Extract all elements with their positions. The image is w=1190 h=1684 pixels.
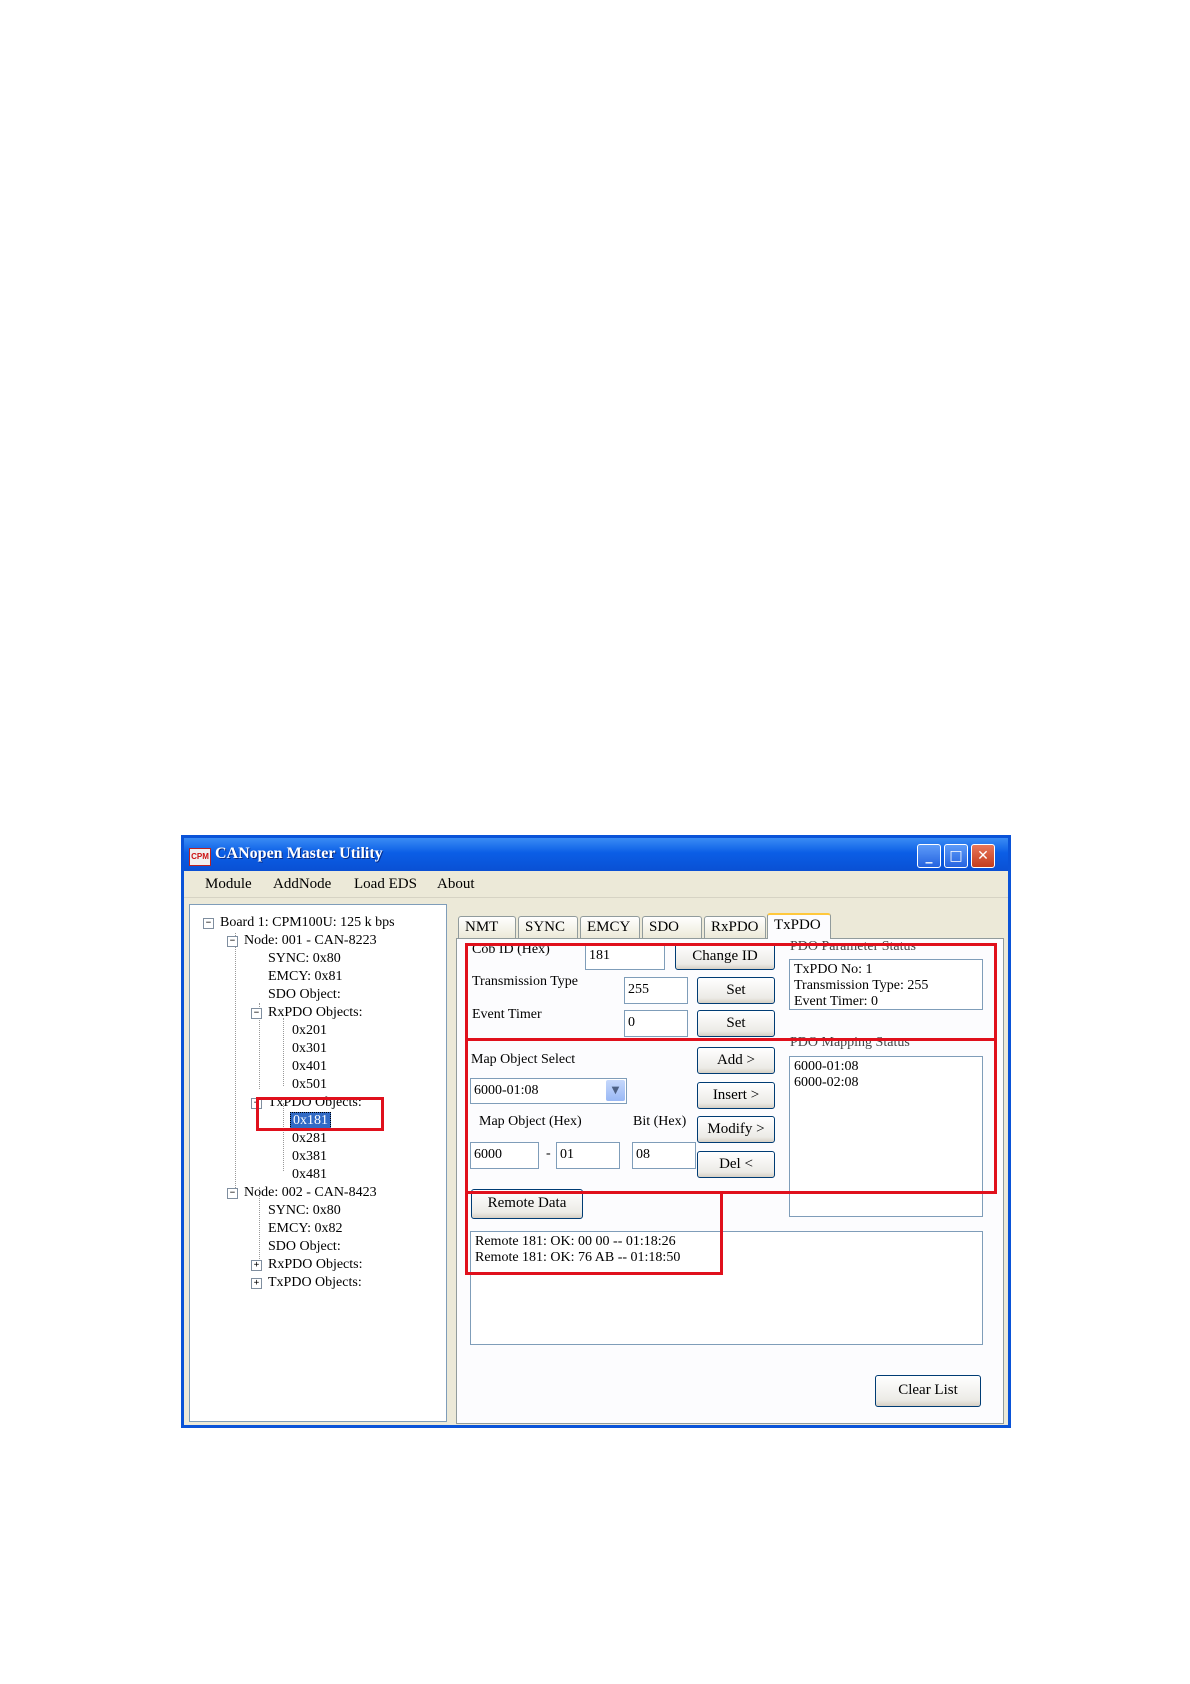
maximize-icon[interactable]: □ xyxy=(944,844,968,868)
insert-button[interactable]: Insert > xyxy=(697,1082,775,1109)
app-logo-icon: CPM xyxy=(189,848,211,866)
minimize-icon[interactable]: _ xyxy=(917,844,941,868)
map-subindex-input[interactable]: 01 xyxy=(556,1142,620,1169)
param-status-line: Transmission Type: 255 xyxy=(794,978,929,993)
map-object-hex-label: Map Object (Hex) xyxy=(479,1114,582,1129)
set-transmission-button[interactable]: Set xyxy=(697,977,775,1004)
event-timer-input[interactable]: 0 xyxy=(624,1010,688,1037)
tree-node-002[interactable]: Node: 002 - CAN-8423 xyxy=(244,1184,377,1201)
tree-node2-rxpdo[interactable]: RxPDO Objects: xyxy=(268,1256,363,1273)
tree-node1-rxpdo[interactable]: RxPDO Objects: xyxy=(268,1004,363,1021)
pdo-mapping-status-label: PDO Mapping Status xyxy=(790,1035,910,1050)
chevron-down-icon[interactable]: ▼ xyxy=(606,1080,625,1101)
bit-hex-label: Bit (Hex) xyxy=(633,1114,687,1129)
collapse-icon[interactable]: − xyxy=(227,1188,238,1199)
change-id-button[interactable]: Change ID xyxy=(675,943,775,970)
add-button[interactable]: Add > xyxy=(697,1047,775,1074)
tree-node1-sdo[interactable]: SDO Object: xyxy=(268,986,341,1003)
mapping-entry[interactable]: 6000-02:08 xyxy=(794,1075,978,1091)
tree-txpdo-item[interactable]: 0x381 xyxy=(292,1148,327,1165)
menu-bar: Module AddNode Load EDS About xyxy=(184,871,1008,898)
collapse-icon[interactable]: − xyxy=(227,936,238,947)
menu-module[interactable]: Module xyxy=(205,876,252,893)
tree-node1-txpdo[interactable]: TxPDO Objects: xyxy=(268,1094,362,1111)
pdo-parameter-status-label: PDO Parameter Status xyxy=(790,939,916,954)
tree-node-001[interactable]: Node: 001 - CAN-8223 xyxy=(244,932,377,949)
pdo-parameter-status-box: TxPDO No: 1 Transmission Type: 255 Event… xyxy=(789,959,983,1010)
tab-emcy[interactable]: EMCY xyxy=(580,916,640,938)
tab-sync[interactable]: SYNC xyxy=(518,916,578,938)
map-object-select-label: Map Object Select xyxy=(471,1052,576,1067)
tree-rxpdo-item[interactable]: 0x501 xyxy=(292,1076,327,1093)
txpdo-panel: Cob ID (Hex) 181 Change ID Transmission … xyxy=(456,938,1004,1424)
menu-load-eds[interactable]: Load EDS xyxy=(354,876,417,893)
tree-node2-emcy[interactable]: EMCY: 0x82 xyxy=(268,1220,343,1237)
tab-sdo[interactable]: SDO xyxy=(642,916,702,938)
clear-list-button[interactable]: Clear List xyxy=(875,1375,981,1407)
tree-txpdo-item[interactable]: 0x481 xyxy=(292,1166,327,1183)
close-icon[interactable]: ✕ xyxy=(971,844,995,868)
map-object-select[interactable]: 6000-01:08 ▼ xyxy=(470,1078,627,1104)
param-status-line: TxPDO No: 1 xyxy=(794,962,873,977)
param-status-line: Event Timer: 0 xyxy=(794,994,879,1009)
menu-addnode[interactable]: AddNode xyxy=(273,876,331,893)
tree-node2-txpdo[interactable]: TxPDO Objects: xyxy=(268,1274,362,1291)
pdo-mapping-status-list[interactable]: 6000-01:08 6000-02:08 xyxy=(789,1056,983,1217)
transmission-type-label: Transmission Type xyxy=(472,974,578,989)
tab-rxpdo[interactable]: RxPDO xyxy=(704,916,766,938)
cob-id-input[interactable]: 181 xyxy=(585,943,665,970)
transmission-type-input[interactable]: 255 xyxy=(624,977,688,1004)
tree-txpdo-item-selected[interactable]: 0x181 xyxy=(290,1112,331,1129)
remote-data-log[interactable]: Remote 181: OK: 00 00 -- 01:18:26 Remote… xyxy=(470,1231,983,1345)
remote-data-button[interactable]: Remote Data xyxy=(471,1189,583,1219)
del-button[interactable]: Del < xyxy=(697,1151,775,1178)
expand-icon[interactable]: + xyxy=(251,1260,262,1271)
remote-log-line: Remote 181: OK: 76 AB -- 01:18:50 xyxy=(475,1250,681,1265)
modify-button[interactable]: Modify > xyxy=(697,1116,775,1143)
tree-rxpdo-item[interactable]: 0x201 xyxy=(292,1022,327,1039)
cob-id-label: Cob ID (Hex) xyxy=(472,942,550,957)
remote-log-line: Remote 181: OK: 00 00 -- 01:18:26 xyxy=(475,1234,676,1249)
device-tree[interactable]: − Board 1: CPM100U: 125 k bps − Node: 00… xyxy=(189,904,447,1422)
menu-about[interactable]: About xyxy=(437,876,475,893)
tree-node2-sdo[interactable]: SDO Object: xyxy=(268,1238,341,1255)
map-object-select-value: 6000-01:08 xyxy=(474,1083,539,1098)
app-window: CPM CANopen Master Utility _ □ ✕ Module … xyxy=(181,835,1011,1428)
tree-rxpdo-item[interactable]: 0x301 xyxy=(292,1040,327,1057)
tree-board[interactable]: Board 1: CPM100U: 125 k bps xyxy=(220,914,395,931)
bit-value-input[interactable]: 08 xyxy=(632,1142,696,1169)
tree-txpdo-item[interactable]: 0x281 xyxy=(292,1130,327,1147)
index-separator: - xyxy=(546,1146,551,1161)
title-bar[interactable]: CPM CANopen Master Utility _ □ ✕ xyxy=(184,838,1008,871)
set-event-timer-button[interactable]: Set xyxy=(697,1010,775,1037)
tab-nmt[interactable]: NMT xyxy=(458,916,516,938)
tree-node2-sync[interactable]: SYNC: 0x80 xyxy=(268,1202,341,1219)
collapse-icon[interactable]: − xyxy=(203,918,214,929)
collapse-icon[interactable]: − xyxy=(251,1008,262,1019)
event-timer-label: Event Timer xyxy=(472,1007,542,1022)
mapping-entry[interactable]: 6000-01:08 xyxy=(794,1059,978,1075)
window-title: CANopen Master Utility xyxy=(215,845,383,862)
expand-icon[interactable]: + xyxy=(251,1278,262,1289)
map-index-input[interactable]: 6000 xyxy=(470,1142,539,1169)
tab-strip: NMT SYNC EMCY SDO RxPDO TxPDO xyxy=(456,913,1004,940)
tree-rxpdo-item[interactable]: 0x401 xyxy=(292,1058,327,1075)
collapse-icon[interactable]: − xyxy=(251,1098,262,1109)
tree-node1-sync[interactable]: SYNC: 0x80 xyxy=(268,950,341,967)
tab-txpdo[interactable]: TxPDO xyxy=(767,913,831,939)
tree-node1-emcy[interactable]: EMCY: 0x81 xyxy=(268,968,343,985)
